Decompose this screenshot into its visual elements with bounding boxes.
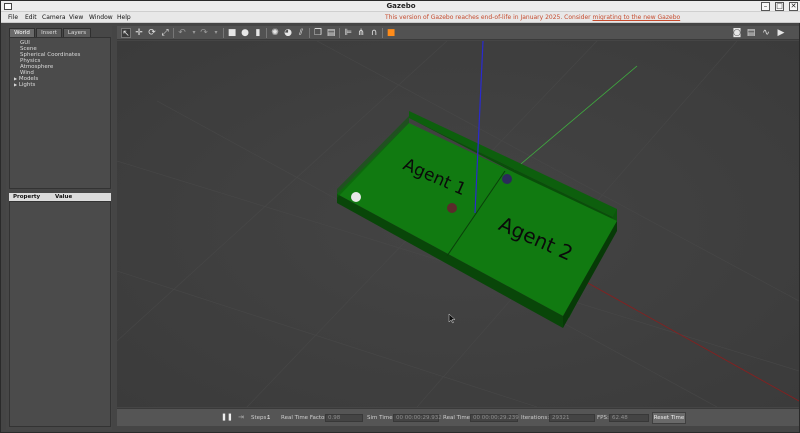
maximize-button[interactable]: □ bbox=[775, 2, 784, 11]
world-tree: GUI Scene Spherical Coordinates Physics … bbox=[9, 37, 111, 189]
menu-file[interactable]: File bbox=[8, 12, 18, 23]
simulation-status-bar: ❚❚ ⇥ Steps: 1 Real Time Factor: 0.98 Sim… bbox=[117, 408, 799, 426]
snap-icon[interactable]: ⋔ bbox=[356, 28, 366, 38]
plot-icon[interactable]: ∿ bbox=[761, 28, 771, 38]
tab-layers[interactable]: Layers bbox=[63, 28, 91, 37]
menu-edit[interactable]: Edit bbox=[25, 12, 37, 23]
tree-item-lights[interactable]: ▶ Lights bbox=[14, 82, 35, 88]
undo-history-icon[interactable]: ▾ bbox=[189, 28, 199, 38]
window-title: Gazebo bbox=[386, 2, 416, 10]
sim-time-label: Sim Time: bbox=[367, 415, 395, 421]
property-column-header: Property bbox=[13, 194, 41, 200]
real-time-factor-label: Real Time Factor: bbox=[281, 415, 329, 421]
screenshot-icon[interactable]: ◙ bbox=[732, 28, 742, 38]
record-icon[interactable]: ■ bbox=[386, 28, 396, 38]
steps-label: Steps: bbox=[251, 415, 269, 421]
agent-1-sphere[interactable] bbox=[447, 203, 457, 213]
pause-button[interactable]: ❚❚ bbox=[221, 412, 233, 424]
step-button[interactable]: ⇥ bbox=[236, 412, 246, 424]
toolbar: ↖ ✛ ⟳ ⤢ ↶ ▾ ↷ ▾ ■ ● ▮ ✺ ◕ ⫽ ❐ ▤ ⊫ ⋔ ∩ ■ … bbox=[117, 26, 799, 40]
box-icon[interactable]: ■ bbox=[227, 28, 237, 38]
video-icon[interactable]: ▶ bbox=[776, 28, 786, 38]
ball[interactable] bbox=[351, 192, 361, 202]
menu-bar: File Edit Camera View Window Help This v… bbox=[1, 12, 800, 23]
redo-icon[interactable]: ↷ bbox=[199, 28, 209, 38]
menu-view[interactable]: View bbox=[69, 12, 83, 23]
menu-window[interactable]: Window bbox=[89, 12, 113, 23]
eol-notice-text: This version of Gazebo reaches end-of-li… bbox=[385, 14, 591, 21]
tree-item-lights-label: Lights bbox=[18, 82, 36, 88]
copy-icon[interactable]: ❐ bbox=[313, 28, 323, 38]
redo-history-icon[interactable]: ▾ bbox=[211, 28, 221, 38]
gazebo-window: Gazebo – □ ✕ File Edit Camera View Windo… bbox=[0, 0, 800, 433]
log-icon[interactable]: ▤ bbox=[746, 28, 756, 38]
real-time-value: 00 00:00:29.239 bbox=[470, 414, 519, 422]
iterations-value: 29321 bbox=[549, 414, 595, 422]
menu-camera[interactable]: Camera bbox=[42, 12, 66, 23]
paste-icon[interactable]: ▤ bbox=[326, 28, 336, 38]
agent-2-sphere[interactable] bbox=[502, 174, 512, 184]
property-table-header: Property Value bbox=[9, 193, 111, 201]
scene-render[interactable]: Agent 1 Agent 2 bbox=[117, 41, 799, 407]
align-icon[interactable]: ⊫ bbox=[343, 28, 353, 38]
real-time-label: Real Time: bbox=[443, 415, 472, 421]
sphere-icon[interactable]: ● bbox=[240, 28, 250, 38]
iterations-label: Iterations: bbox=[521, 415, 550, 421]
property-table bbox=[9, 201, 111, 427]
value-column-header: Value bbox=[55, 194, 73, 200]
translate-mode-icon[interactable]: ✛ bbox=[134, 28, 144, 38]
migration-link[interactable]: migrating to the new Gazebo bbox=[593, 14, 681, 21]
directional-light-icon[interactable]: ⫽ bbox=[296, 28, 306, 38]
title-bar: Gazebo – □ ✕ bbox=[1, 1, 800, 12]
eol-notice: This version of Gazebo reaches end-of-li… bbox=[385, 12, 680, 23]
tab-insert[interactable]: Insert bbox=[36, 28, 62, 37]
fps-value: 62.48 bbox=[609, 414, 649, 422]
close-button[interactable]: ✕ bbox=[789, 2, 798, 11]
view-angle-icon[interactable]: ∩ bbox=[369, 28, 379, 38]
sim-time-value: 00 00:00:29.932 bbox=[393, 414, 442, 422]
scale-mode-icon[interactable]: ⤢ bbox=[160, 28, 170, 38]
rotate-mode-icon[interactable]: ⟳ bbox=[147, 28, 157, 38]
expand-arrow-icon[interactable]: ▶ bbox=[14, 76, 17, 81]
spot-light-icon[interactable]: ◕ bbox=[283, 28, 293, 38]
point-light-icon[interactable]: ✺ bbox=[270, 28, 280, 38]
steps-value[interactable]: 1 bbox=[267, 409, 271, 427]
reset-time-button[interactable]: Reset Time bbox=[652, 412, 686, 424]
menu-help[interactable]: Help bbox=[117, 12, 131, 23]
expand-arrow-icon[interactable]: ▶ bbox=[14, 82, 17, 87]
minimize-button[interactable]: – bbox=[761, 2, 770, 11]
undo-icon[interactable]: ↶ bbox=[177, 28, 187, 38]
select-mode-icon[interactable]: ↖ bbox=[121, 28, 131, 39]
left-panel: World Insert Layers GUI Scene Spherical … bbox=[6, 26, 112, 430]
cylinder-icon[interactable]: ▮ bbox=[253, 28, 263, 38]
fps-label: FPS: bbox=[597, 415, 609, 421]
tab-world[interactable]: World bbox=[9, 28, 35, 37]
real-time-factor-value: 0.98 bbox=[325, 414, 363, 422]
scene-viewport[interactable]: Agent 1 Agent 2 bbox=[117, 41, 799, 407]
